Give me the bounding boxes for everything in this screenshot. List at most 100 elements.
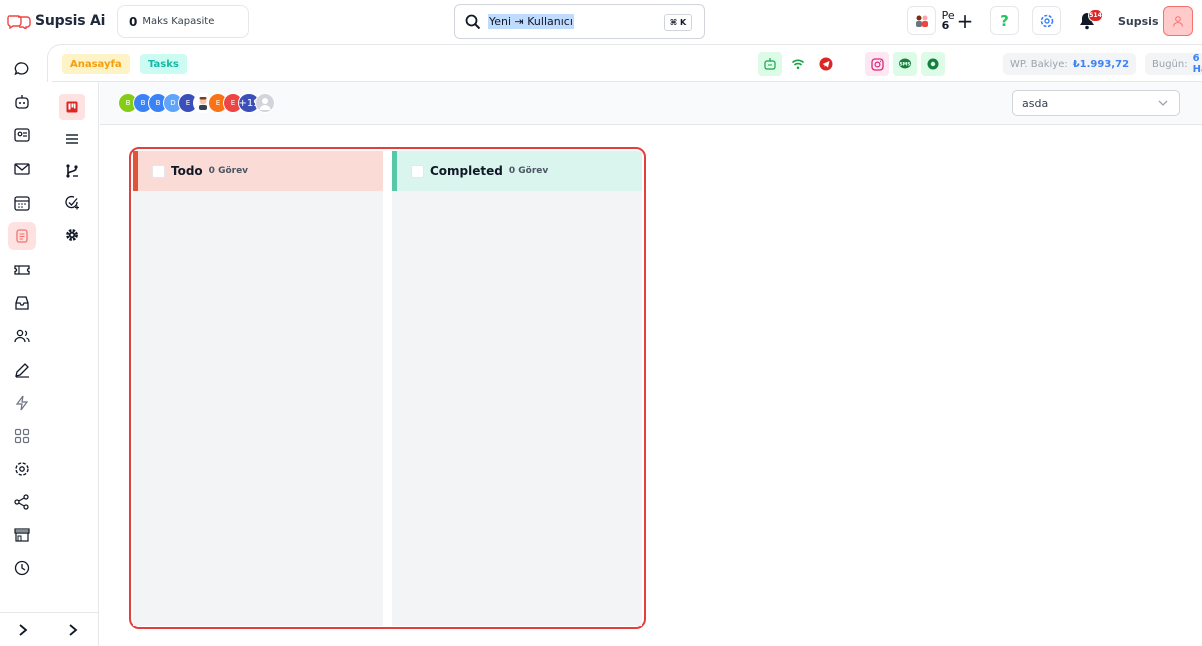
lightning-icon (15, 395, 29, 411)
logo-text: Supsis Ai (35, 13, 106, 29)
bot-status[interactable] (758, 52, 782, 76)
sidebar-item-inbox[interactable] (8, 289, 36, 317)
whatsapp-channel[interactable] (921, 52, 945, 76)
instagram-channel[interactable] (865, 52, 889, 76)
breadcrumb-tasks[interactable]: Tasks (140, 54, 187, 74)
robot-icon (15, 95, 29, 109)
placeholder-avatar[interactable] (255, 93, 275, 113)
pe-add-button[interactable]: Pe 6 + (942, 6, 974, 35)
calendar-icon (14, 196, 30, 211)
view-kanban[interactable] (59, 94, 85, 120)
status-icons (758, 52, 838, 76)
notifications-button[interactable]: 514 (1076, 8, 1103, 34)
sms-icon: SMS (899, 58, 911, 69)
sidebar-item-edit[interactable] (8, 356, 36, 384)
robot-status-icon (764, 58, 776, 70)
member-avatars[interactable]: B B B D E E E +19 (118, 93, 275, 113)
sidebar-item-tasks[interactable] (8, 222, 36, 250)
sidebar-item-mail[interactable] (8, 155, 36, 183)
sidebar-item-integrations[interactable] (8, 488, 36, 516)
select-all-todo-checkbox[interactable] (152, 164, 165, 178)
board-toolbar: B B B D E E E +19 asda (100, 82, 1202, 125)
main-sidebar (0, 44, 47, 646)
ticket-icon (14, 265, 30, 275)
users-icon (14, 329, 30, 343)
column-title: Todo (171, 164, 203, 178)
view-settings[interactable] (59, 222, 85, 248)
board-select[interactable]: asda (1012, 90, 1180, 116)
whatsapp-icon (927, 58, 939, 70)
column-count: 0 Görev (208, 166, 249, 176)
mail-icon (14, 163, 30, 175)
sidebar-footer (0, 612, 47, 646)
inbox-icon (15, 296, 29, 310)
kanban-board: Todo 0 Görev Completed 0 Görev (129, 147, 646, 629)
wifi-icon (791, 59, 805, 70)
column-title: Completed (430, 164, 503, 178)
wp-balance-value: ₺1.993,72 (1072, 58, 1130, 70)
expand-sidebar-icon[interactable] (16, 623, 30, 637)
sidebar-item-store[interactable] (8, 521, 36, 549)
chevron-down-icon (1158, 100, 1168, 106)
view-list[interactable] (59, 126, 85, 152)
breadcrumb-home[interactable]: Anasayfa (62, 54, 130, 74)
sidebar-item-apps[interactable] (8, 422, 36, 450)
check-add-icon (65, 195, 79, 210)
settings-button[interactable] (1032, 6, 1061, 35)
view-add-task[interactable] (59, 190, 85, 216)
capacity-indicator[interactable]: 0 Maks Kapasite (117, 5, 249, 38)
document-icon (16, 229, 28, 243)
user-icon (1173, 16, 1183, 27)
settings-icon (15, 462, 29, 476)
cog-icon (66, 229, 78, 241)
sidebar-item-settings[interactable] (8, 455, 36, 483)
board-select-value: asda (1022, 96, 1049, 110)
capacity-value: 0 (129, 14, 138, 29)
sidebar-item-chat[interactable] (8, 55, 36, 83)
view-workflow[interactable] (59, 158, 85, 184)
gear-icon (1040, 14, 1053, 27)
search-input[interactable]: Yeni ⇥ Kullanıcı (488, 14, 574, 29)
logo-icon (7, 15, 31, 29)
select-all-completed-checkbox[interactable] (411, 164, 424, 178)
sidebar-item-bot[interactable] (8, 88, 36, 116)
today-value: 6 Haz (1192, 53, 1202, 75)
capacity-label: Maks Kapasite (142, 16, 215, 27)
clock-icon (14, 560, 30, 576)
search-icon (465, 14, 481, 29)
connection-status[interactable] (786, 52, 810, 76)
tasks-sidebar (47, 82, 99, 646)
user-name[interactable]: Supsis (1118, 15, 1159, 28)
instagram-icon (870, 57, 884, 71)
agents-button[interactable] (907, 6, 936, 35)
sidebar-item-reports[interactable] (8, 554, 36, 582)
contact-card-icon (14, 128, 30, 142)
today-label: Bugün: (1152, 58, 1188, 70)
column-header-todo[interactable]: Todo 0 Görev (133, 151, 383, 191)
logo[interactable]: Supsis Ai (6, 8, 105, 34)
list-icon (66, 134, 78, 144)
channel-icons: SMS (865, 52, 945, 76)
kanban-icon (66, 101, 78, 113)
top-bar: Supsis Ai 0 Maks Kapasite Yeni ⇥ Kullanı… (0, 0, 1202, 44)
column-header-completed[interactable]: Completed 0 Görev (392, 151, 642, 191)
user-placeholder-icon (259, 98, 271, 110)
sidebar-item-calendar[interactable] (8, 189, 36, 217)
store-icon (14, 528, 30, 542)
telegram-icon (819, 57, 833, 71)
agents-icon (915, 15, 928, 27)
sidebar-item-contacts[interactable] (8, 121, 36, 149)
notifications-badge: 514 (1088, 9, 1103, 22)
plus-icon: + (956, 8, 974, 33)
help-icon: ? (1000, 11, 1009, 30)
user-avatar[interactable] (1163, 6, 1193, 36)
sidebar-item-users[interactable] (8, 322, 36, 350)
telegram-status[interactable] (814, 52, 838, 76)
search-box[interactable]: Yeni ⇥ Kullanıcı ⌘ K (454, 4, 705, 39)
sidebar-item-tickets[interactable] (8, 256, 36, 284)
expand-tasks-sidebar-icon[interactable] (66, 623, 80, 637)
git-branch-icon (66, 164, 78, 178)
sms-channel[interactable]: SMS (893, 52, 917, 76)
sidebar-item-automation[interactable] (8, 389, 36, 417)
help-button[interactable]: ? (990, 6, 1019, 35)
